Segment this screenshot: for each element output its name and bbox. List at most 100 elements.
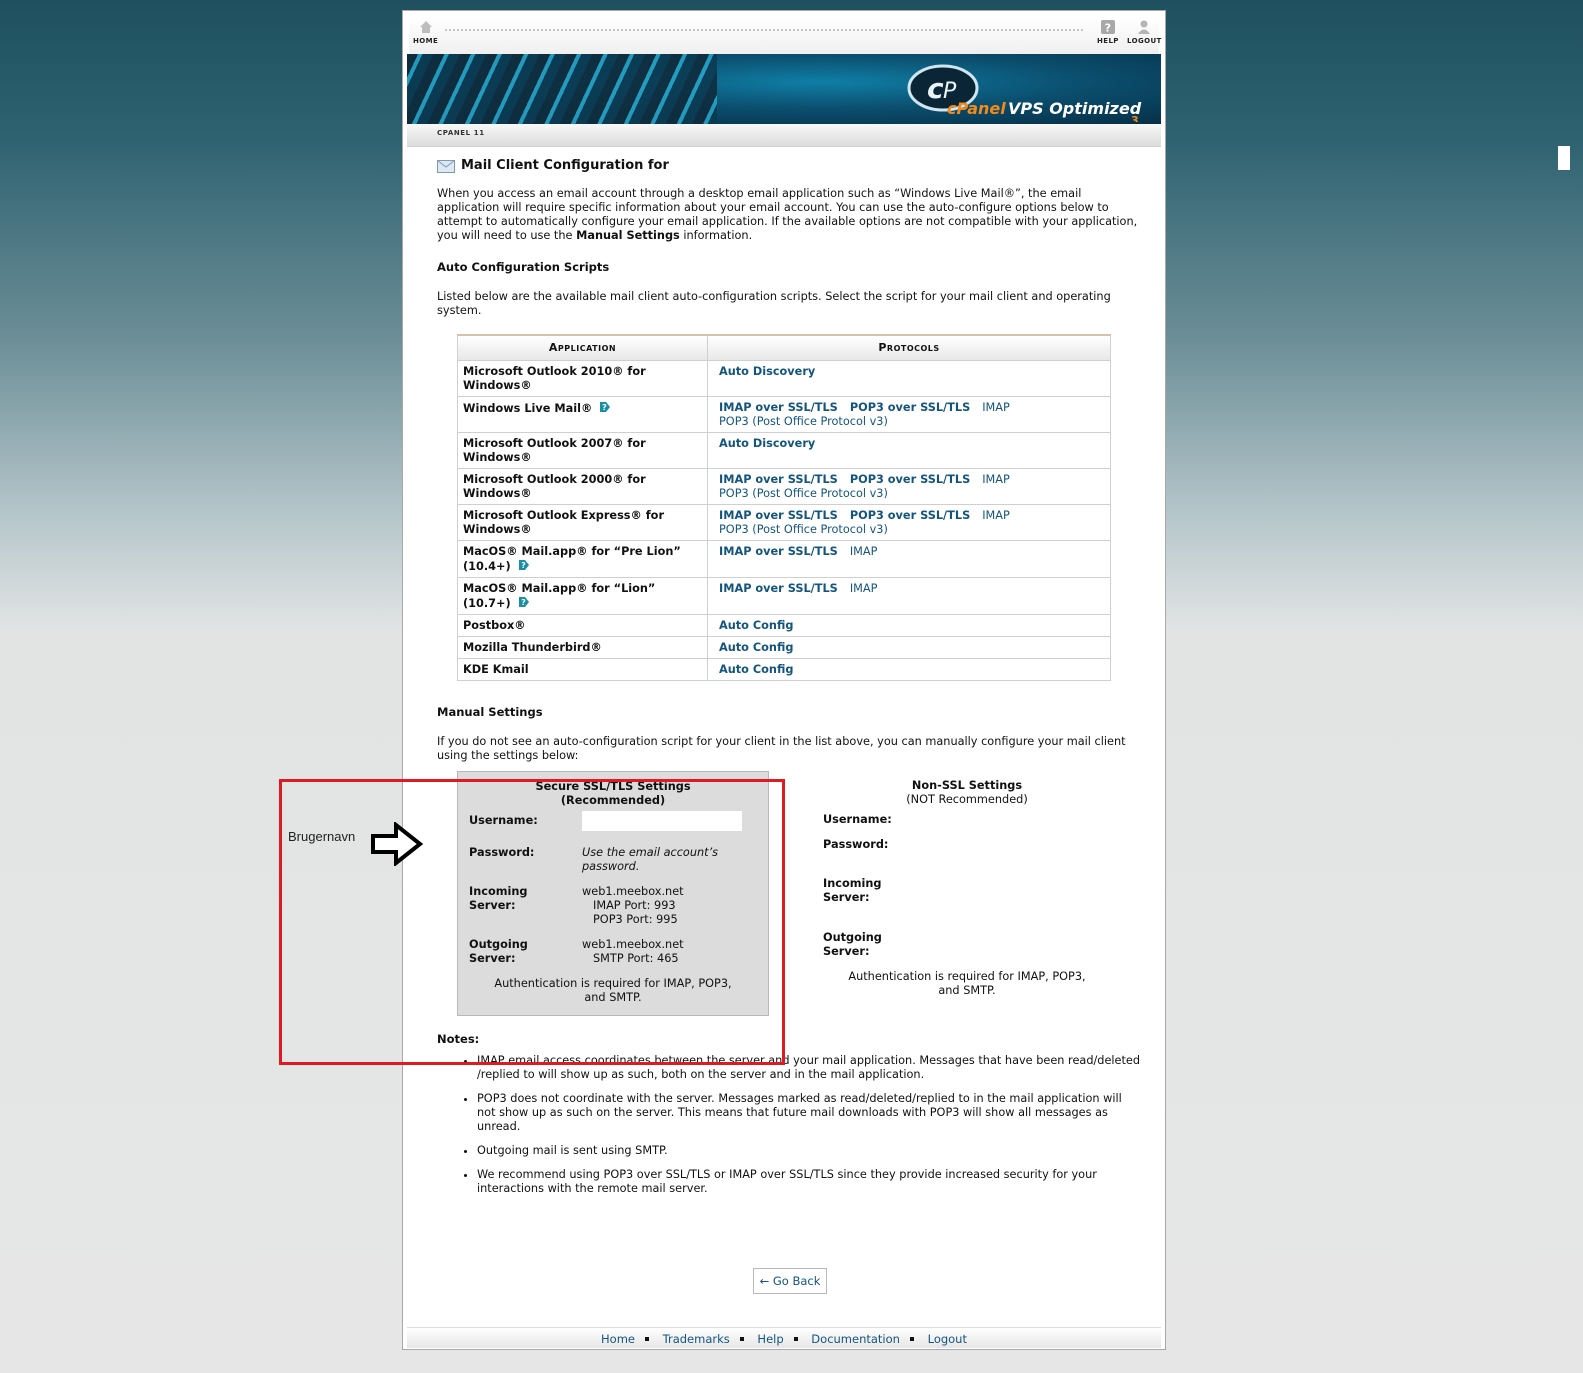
- table-row: Mozilla Thunderbird® Auto Config: [457, 636, 1111, 659]
- non-ssl-title-text: Non-SSL Settings: [911, 779, 1023, 792]
- protocol-link[interactable]: IMAP over SSL/TLS: [719, 545, 838, 558]
- logout-nav-button[interactable]: LOGOUT: [1127, 19, 1162, 45]
- app-name-cell: Microsoft Outlook 2007® for Windows®: [457, 432, 708, 469]
- app-name-cell: Postbox®: [457, 614, 708, 637]
- cpanel-banner: c P cPanel VPS Optimized 3: [407, 54, 1161, 124]
- notes-list: IMAP email access coordinates between th…: [437, 1054, 1143, 1196]
- protocols-cell: IMAP over SSL/TLS IMAP: [707, 540, 1111, 578]
- footer-link-home[interactable]: Home: [601, 1332, 635, 1346]
- manual-settings-heading: Manual Settings: [437, 705, 543, 719]
- protocol-link[interactable]: IMAP: [850, 582, 878, 595]
- cpanel-logo: c P cPanel VPS Optimized 3: [907, 64, 1142, 122]
- table-row: MacOS® Mail.app® for “Pre Lion” (10.4+)?…: [457, 540, 1111, 578]
- protocols-cell: IMAP over SSL/TLS POP3 over SSL/TLS IMAP PO…: [707, 468, 1111, 505]
- protocol-link[interactable]: Auto Config: [719, 619, 793, 632]
- home-nav-button[interactable]: HOME: [413, 19, 438, 45]
- table-row: KDE Kmail Auto Config: [457, 658, 1111, 681]
- page-title-text: Mail Client Configuration for: [461, 158, 669, 173]
- auto-config-heading: Auto Configuration Scripts: [437, 260, 610, 274]
- footer-separator: [909, 1337, 914, 1341]
- protocol-link[interactable]: IMAP: [982, 509, 1010, 522]
- protocol-link[interactable]: IMAP over SSL/TLS: [719, 582, 838, 595]
- logo-version-sub: 3: [1131, 114, 1139, 122]
- protocol-link[interactable]: POP3 (Post Office Protocol v3): [719, 523, 888, 536]
- logo-brand-text: cPanel: [947, 99, 1006, 118]
- non-ssl-settings-box: Non-SSL Settings (NOT Recommended) Usern…: [812, 771, 1122, 1016]
- envelope-icon: [437, 159, 455, 173]
- non-ssl-incoming-label: Incoming Server:: [823, 877, 936, 905]
- top-toolbar: HOME ? HELP LOGOUT: [409, 17, 1162, 55]
- note-item: We recommend using POP3 over SSL/TLS or …: [477, 1168, 1143, 1196]
- protocol-link[interactable]: POP3 over SSL/TLS: [850, 473, 970, 486]
- footer-link-trademarks[interactable]: Trademarks: [663, 1332, 730, 1346]
- help-icon: ?: [1100, 20, 1115, 35]
- svg-text:?: ?: [602, 403, 607, 412]
- app-name-cell: MacOS® Mail.app® for “Lion” (10.7+)?: [457, 577, 708, 615]
- protocols-cell: Auto Config: [707, 658, 1111, 681]
- footer-link-help[interactable]: Help: [757, 1332, 783, 1346]
- app-name-cell: MacOS® Mail.app® for “Pre Lion” (10.4+)?: [457, 540, 708, 578]
- protocols-cell: IMAP over SSL/TLS POP3 over SSL/TLS IMAP PO…: [707, 504, 1111, 541]
- protocol-link[interactable]: IMAP over SSL/TLS: [719, 473, 838, 486]
- protocol-link[interactable]: Auto Config: [719, 663, 793, 676]
- app-name: Microsoft Outlook 2000® for Windows®: [463, 473, 646, 500]
- non-ssl-outgoing-label-2: Server:: [823, 945, 870, 958]
- protocol-link[interactable]: POP3 (Post Office Protocol v3): [719, 487, 888, 500]
- protocol-link[interactable]: IMAP: [850, 545, 878, 558]
- app-name: Microsoft Outlook Express® for Windows®: [463, 509, 665, 536]
- app-name-cell: Microsoft Outlook 2000® for Windows®: [457, 468, 708, 505]
- note-item: Outgoing mail is sent using SMTP.: [477, 1144, 1143, 1158]
- protocol-link[interactable]: IMAP: [982, 473, 1010, 486]
- auto-config-table: Application Protocols Microsoft Outlook …: [457, 334, 1111, 681]
- app-name: KDE Kmail: [463, 663, 529, 676]
- protocol-link[interactable]: Auto Config: [719, 641, 793, 654]
- non-ssl-username-label: Username:: [823, 813, 892, 826]
- go-back-button[interactable]: ← Go Back: [753, 1268, 827, 1294]
- protocol-link[interactable]: POP3 over SSL/TLS: [850, 509, 970, 522]
- footer-separator: [739, 1337, 744, 1341]
- protocols-cell: IMAP over SSL/TLS IMAP: [707, 577, 1111, 615]
- non-ssl-auth-note: Authentication is required for IMAP, POP…: [848, 970, 1086, 997]
- protocols-cell: Auto Config: [707, 636, 1111, 659]
- app-name: Microsoft Outlook 2007® for Windows®: [463, 437, 646, 464]
- protocol-link[interactable]: POP3 (Post Office Protocol v3): [719, 415, 888, 428]
- footer-link-logout[interactable]: Logout: [928, 1332, 967, 1346]
- svg-text:?: ?: [521, 561, 526, 570]
- protocol-link[interactable]: Auto Discovery: [719, 365, 815, 378]
- protocol-link[interactable]: POP3 over SSL/TLS: [850, 401, 970, 414]
- app-name: Windows Live Mail®: [463, 402, 593, 415]
- table-row: Microsoft Outlook 2010® for Windows® Auto…: [457, 360, 1111, 397]
- annotation-highlight-box: [279, 779, 785, 1065]
- protocol-link[interactable]: IMAP over SSL/TLS: [719, 401, 838, 414]
- edge-marker: [1558, 146, 1570, 170]
- info-tag-icon[interactable]: ?: [518, 596, 530, 608]
- app-name-cell: Microsoft Outlook 2010® for Windows®: [457, 360, 708, 397]
- info-tag-icon[interactable]: ?: [518, 559, 530, 571]
- annotation-label: Brugernavn: [288, 829, 356, 844]
- table-row: Microsoft Outlook Express® for Windows® I…: [457, 504, 1111, 541]
- protocol-link[interactable]: IMAP over SSL/TLS: [719, 509, 838, 522]
- footer-link-documentation[interactable]: Documentation: [811, 1332, 900, 1346]
- app-name: Postbox®: [463, 619, 526, 632]
- info-tag-icon[interactable]: ?: [599, 401, 611, 413]
- logout-nav-label: LOGOUT: [1127, 37, 1162, 45]
- table-header-row: Application Protocols: [457, 334, 1111, 361]
- column-header-application: Application: [457, 334, 708, 361]
- manual-settings-description: If you do not see an auto-configuration …: [437, 735, 1126, 762]
- non-ssl-outgoing-row: Outgoing Server:: [812, 931, 1122, 959]
- protocol-link[interactable]: IMAP: [982, 401, 1010, 414]
- non-ssl-outgoing-label: Outgoing Server:: [823, 931, 936, 959]
- intro-text-end: information.: [679, 229, 753, 242]
- protocol-link[interactable]: Auto Discovery: [719, 437, 815, 450]
- app-name: Mozilla Thunderbird®: [463, 641, 602, 654]
- app-name-cell: Windows Live Mail®?: [457, 396, 708, 433]
- table-row: Windows Live Mail®? IMAP over SSL/TLS POP3…: [457, 396, 1111, 433]
- version-label: CPANEL 11: [437, 129, 485, 137]
- auto-config-description: Listed below are the available mail clie…: [437, 290, 1111, 317]
- footer-separator: [644, 1337, 649, 1341]
- table-row: MacOS® Mail.app® for “Lion” (10.7+)? IMAP…: [457, 577, 1111, 615]
- protocols-cell: IMAP over SSL/TLS POP3 over SSL/TLS IMAP PO…: [707, 396, 1111, 433]
- non-ssl-incoming-row: Incoming Server:: [812, 877, 1122, 905]
- svg-text:?: ?: [521, 598, 526, 607]
- help-nav-button[interactable]: ? HELP: [1097, 19, 1119, 45]
